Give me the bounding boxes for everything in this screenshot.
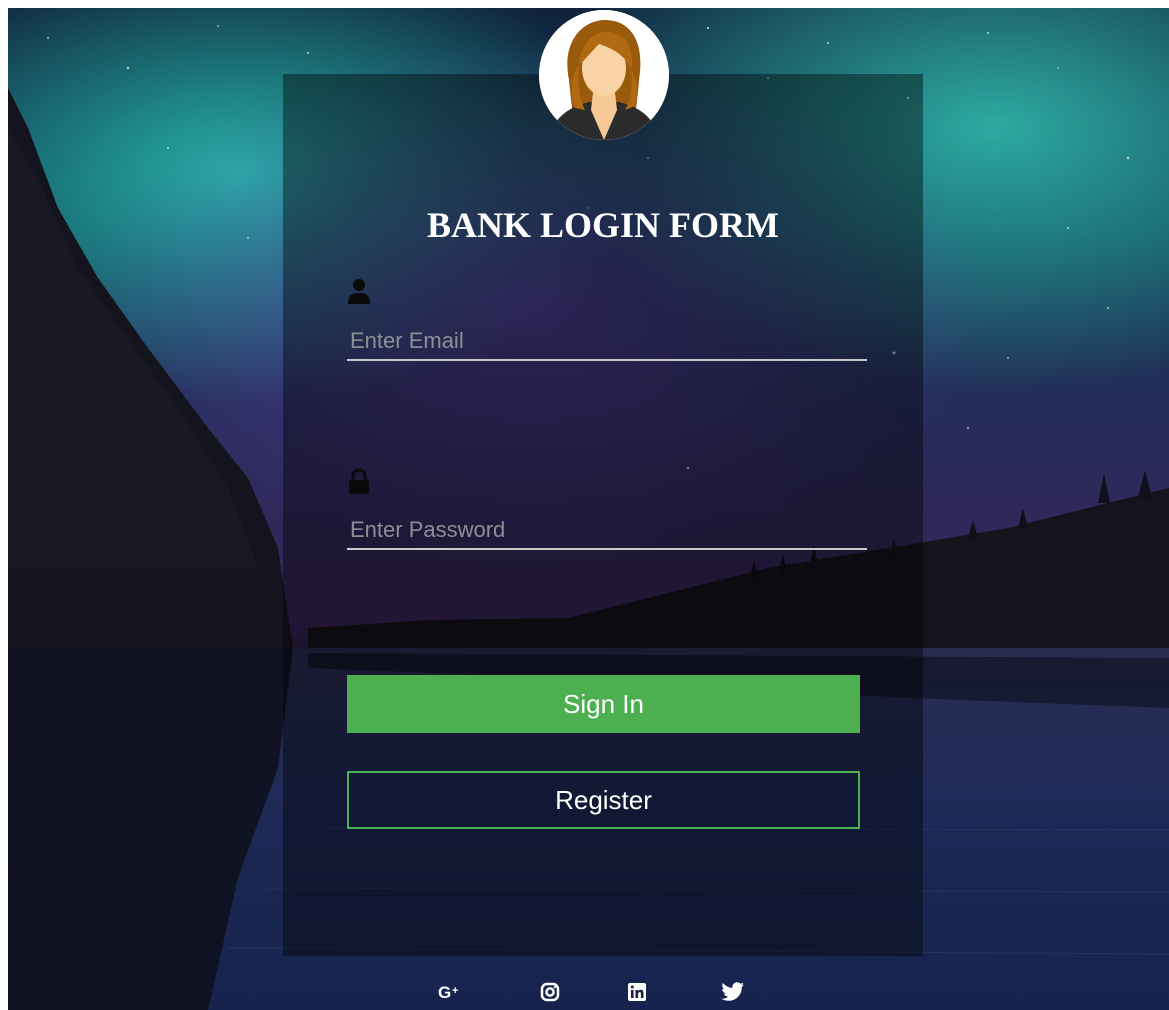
page: BANK LOGIN FORM Sign In Register G + xyxy=(8,8,1169,1010)
sign-in-label: Sign In xyxy=(563,688,644,719)
user-icon xyxy=(347,278,371,306)
google-plus-icon[interactable]: G + xyxy=(435,976,467,1008)
svg-text:+: + xyxy=(452,985,458,997)
password-input[interactable] xyxy=(347,512,867,550)
avatar xyxy=(539,10,669,140)
register-button[interactable]: Register xyxy=(347,771,860,829)
lock-icon xyxy=(347,468,371,496)
svg-text:G: G xyxy=(438,983,451,1002)
linkedin-icon[interactable] xyxy=(621,976,653,1008)
form-title: BANK LOGIN FORM xyxy=(426,205,779,245)
instagram-icon[interactable] xyxy=(534,976,566,1008)
email-input[interactable] xyxy=(347,323,867,361)
woman-avatar-icon xyxy=(539,10,669,140)
register-label: Register xyxy=(555,784,652,815)
twitter-icon[interactable] xyxy=(717,976,749,1008)
sign-in-button[interactable]: Sign In xyxy=(347,675,860,733)
